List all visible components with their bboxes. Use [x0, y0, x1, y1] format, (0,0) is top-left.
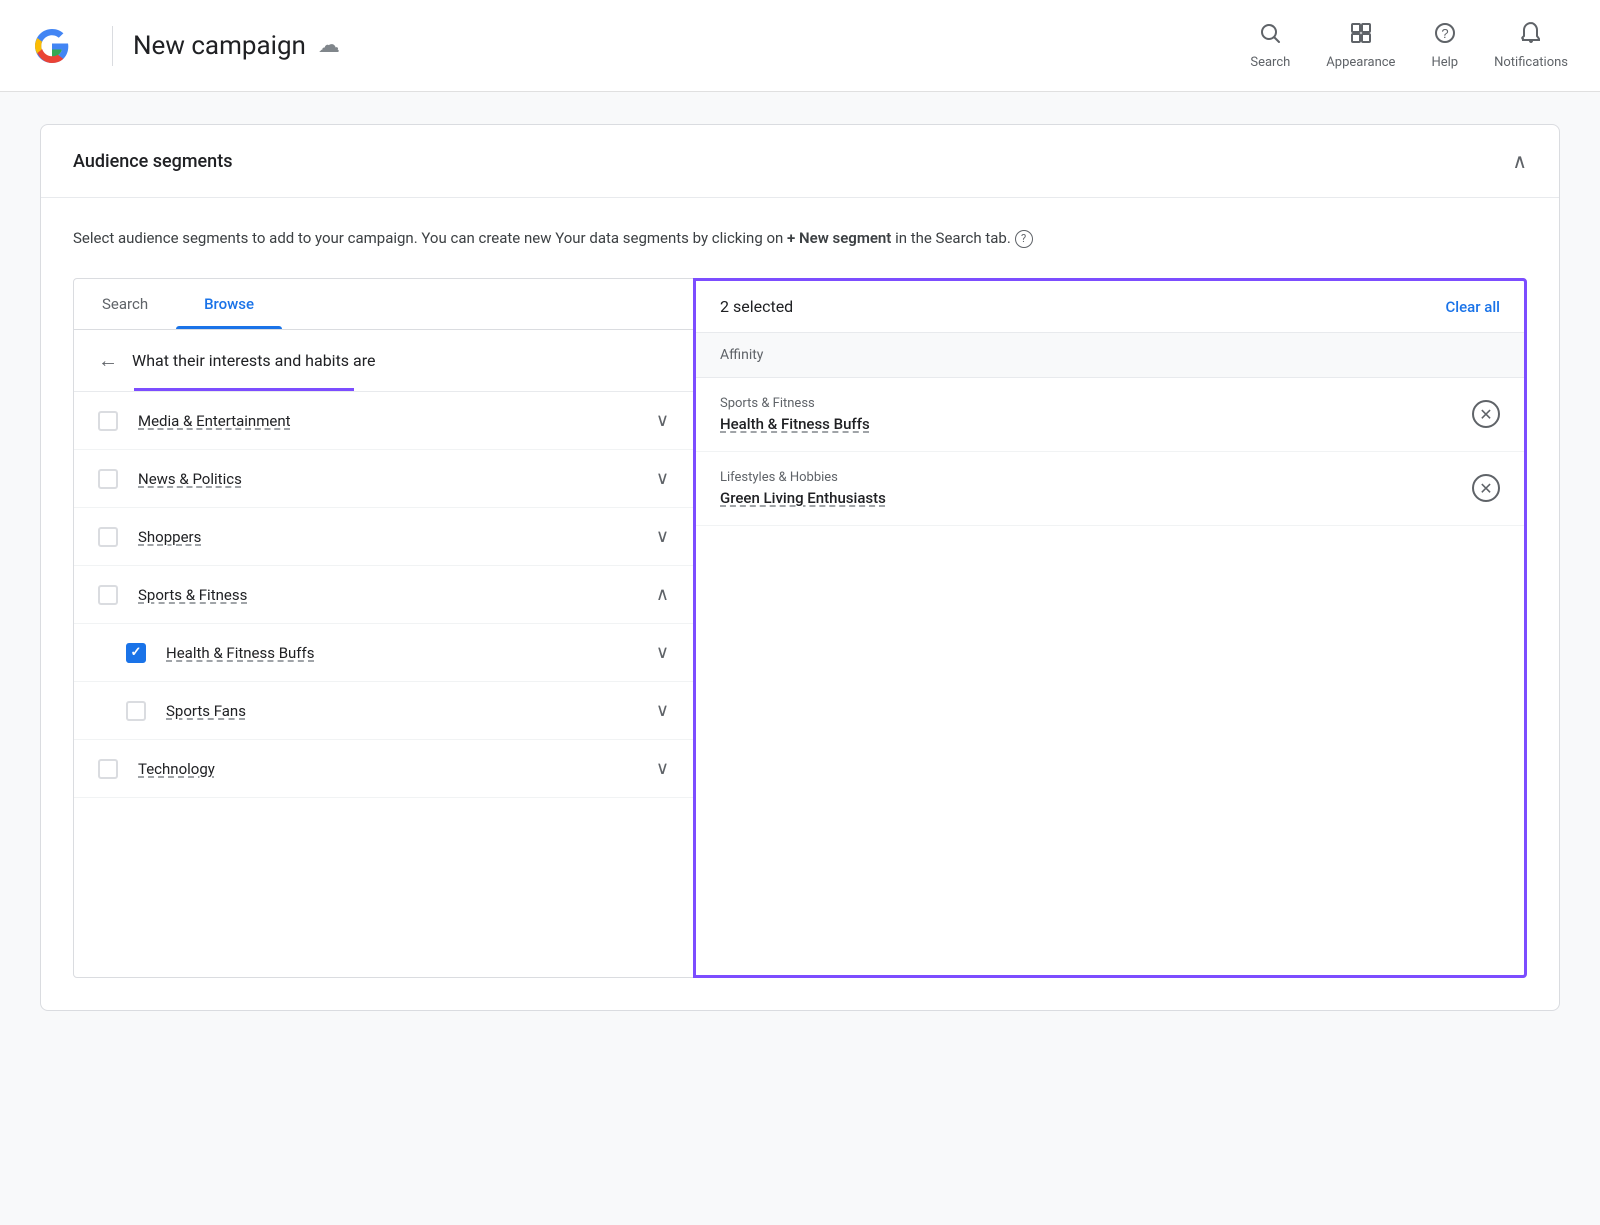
- tab-search[interactable]: Search: [74, 279, 176, 329]
- checkbox-technology[interactable]: [98, 759, 118, 779]
- list-label-health-fitness-buffs: Health & Fitness Buffs: [166, 644, 656, 662]
- chevron-down-icon[interactable]: ∨: [656, 758, 669, 779]
- nav-item-search[interactable]: Search: [1250, 21, 1290, 70]
- desc-part1: Select audience segments to add to your …: [73, 229, 787, 247]
- list-label-news-politics: News & Politics: [138, 470, 656, 488]
- chevron-down-icon[interactable]: ∨: [656, 410, 669, 431]
- collapse-icon[interactable]: ∧: [1512, 149, 1527, 173]
- audience-segments-card: Audience segments ∧ Select audience segm…: [40, 124, 1560, 1011]
- new-segment-label: + New segment: [787, 229, 891, 247]
- back-arrow-icon[interactable]: ←: [98, 348, 118, 373]
- selected-count: 2 selected: [720, 297, 793, 316]
- header-divider: [112, 26, 113, 66]
- list-label-sports-fans: Sports Fans: [166, 702, 656, 720]
- selected-item-name: Green Living Enthusiasts: [720, 489, 886, 507]
- left-panel: Search Browse ← What their interests and…: [74, 279, 694, 977]
- tab-browse[interactable]: Browse: [176, 279, 282, 329]
- chevron-down-icon[interactable]: ∨: [656, 526, 669, 547]
- nav-appearance-label: Appearance: [1326, 55, 1395, 70]
- panel-container: Search Browse ← What their interests and…: [73, 278, 1527, 978]
- list-label-shoppers: Shoppers: [138, 528, 656, 546]
- nav-notifications-label: Notifications: [1494, 55, 1568, 70]
- page-title: New campaign ☁: [133, 31, 340, 61]
- list-item[interactable]: Health & Fitness Buffs ∨: [74, 624, 693, 682]
- card-body: Select audience segments to add to your …: [41, 198, 1559, 1010]
- list-label-technology: Technology: [138, 760, 656, 778]
- list-label-sports-fitness: Sports & Fitness: [138, 586, 656, 604]
- description-text: Select audience segments to add to your …: [73, 226, 1527, 250]
- list-item[interactable]: Sports & Fitness ∧: [74, 566, 693, 624]
- checkbox-sports-fitness[interactable]: [98, 585, 118, 605]
- svg-text:?: ?: [1441, 26, 1448, 41]
- nav-item-appearance[interactable]: Appearance: [1326, 21, 1395, 70]
- selected-item-category: Sports & Fitness: [720, 396, 870, 411]
- header-nav: Search Appearance ? Help: [1250, 21, 1568, 70]
- checkbox-sports-fans[interactable]: [126, 701, 146, 721]
- right-panel-header: 2 selected Clear all: [696, 281, 1524, 333]
- selected-item-category: Lifestyles & Hobbies: [720, 470, 886, 485]
- checkbox-media-entertainment[interactable]: [98, 411, 118, 431]
- tab-search-label: Search: [102, 295, 148, 313]
- list-item[interactable]: Shoppers ∨: [74, 508, 693, 566]
- campaign-title-text: New campaign: [133, 31, 306, 61]
- chevron-down-icon[interactable]: ∨: [656, 468, 669, 489]
- appearance-icon: [1349, 21, 1373, 51]
- breadcrumb-title: What their interests and habits are: [132, 351, 376, 370]
- checkbox-health-fitness-buffs[interactable]: [126, 643, 146, 663]
- checkbox-news-politics[interactable]: [98, 469, 118, 489]
- chevron-down-icon[interactable]: ∨: [656, 642, 669, 663]
- nav-search-label: Search: [1250, 55, 1290, 70]
- checkbox-shoppers[interactable]: [98, 527, 118, 547]
- remove-health-fitness-button[interactable]: ✕: [1472, 400, 1500, 428]
- remove-green-living-button[interactable]: ✕: [1472, 474, 1500, 502]
- selected-item: Sports & Fitness Health & Fitness Buffs …: [696, 378, 1524, 452]
- nav-help-label: Help: [1431, 55, 1458, 70]
- help-icon: ?: [1433, 21, 1457, 51]
- nav-item-notifications[interactable]: Notifications: [1494, 21, 1568, 70]
- clear-all-button[interactable]: Clear all: [1446, 298, 1501, 316]
- card-header: Audience segments ∧: [41, 125, 1559, 198]
- affinity-header: Affinity: [696, 333, 1524, 378]
- breadcrumb-underline: [134, 388, 354, 391]
- search-icon: [1258, 21, 1282, 51]
- card-title: Audience segments: [73, 151, 232, 172]
- notifications-icon: [1519, 21, 1543, 51]
- list-label-media-entertainment: Media & Entertainment: [138, 412, 656, 430]
- chevron-up-icon[interactable]: ∧: [656, 584, 669, 605]
- breadcrumb: ← What their interests and habits are: [74, 330, 693, 392]
- tab-browse-label: Browse: [204, 295, 254, 313]
- nav-item-help[interactable]: ? Help: [1431, 21, 1458, 70]
- chevron-down-icon[interactable]: ∨: [656, 700, 669, 721]
- list-item[interactable]: Sports Fans ∨: [74, 682, 693, 740]
- selected-item: Lifestyles & Hobbies Green Living Enthus…: [696, 452, 1524, 526]
- desc-part2: in the Search tab.: [891, 229, 1010, 247]
- header: New campaign ☁ Search Appearance: [0, 0, 1600, 92]
- list-item[interactable]: News & Politics ∨: [74, 450, 693, 508]
- cloud-icon[interactable]: ☁: [318, 33, 340, 58]
- selected-item-info: Sports & Fitness Health & Fitness Buffs: [720, 396, 870, 433]
- tabs: Search Browse: [74, 279, 693, 330]
- list-item[interactable]: Media & Entertainment ∨: [74, 392, 693, 450]
- list-item[interactable]: Technology ∨: [74, 740, 693, 798]
- google-logo: [32, 26, 72, 66]
- selected-item-info: Lifestyles & Hobbies Green Living Enthus…: [720, 470, 886, 507]
- description-help-icon[interactable]: ?: [1015, 230, 1033, 248]
- selected-item-name: Health & Fitness Buffs: [720, 415, 870, 433]
- right-panel: 2 selected Clear all Affinity Sports & F…: [693, 278, 1527, 978]
- main-content: Audience segments ∧ Select audience segm…: [0, 92, 1600, 1043]
